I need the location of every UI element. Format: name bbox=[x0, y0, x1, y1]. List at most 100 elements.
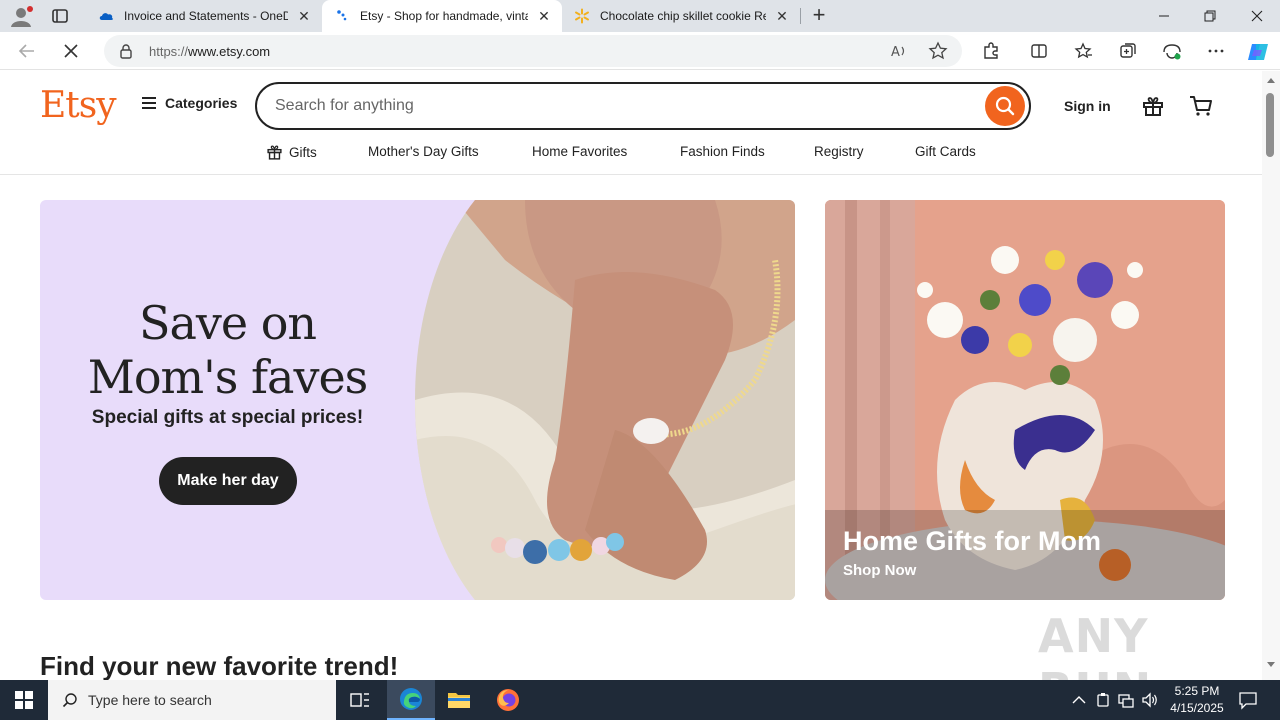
copilot-icon[interactable] bbox=[1246, 40, 1270, 64]
scroll-down-arrow-icon[interactable] bbox=[1267, 662, 1275, 667]
task-view-icon bbox=[350, 693, 369, 707]
gift-icon[interactable] bbox=[1141, 94, 1165, 118]
tab-separator bbox=[800, 8, 801, 24]
favorite-star-icon[interactable] bbox=[928, 41, 948, 61]
nav-label: Fashion Finds bbox=[680, 144, 765, 159]
tab-etsy[interactable]: Etsy - Shop for handmade, vintage, custo… bbox=[322, 0, 562, 32]
search-bar bbox=[255, 82, 1031, 130]
url-protocol: https:// bbox=[149, 44, 189, 59]
taskbar-edge[interactable] bbox=[387, 680, 435, 720]
categories-button[interactable]: Categories bbox=[142, 95, 237, 111]
windows-taskbar: Type here to search 5:25 PM 4/15/2025 bbox=[0, 680, 1280, 720]
hero-title-line2: Mom's faves bbox=[87, 350, 369, 404]
nav-label: Registry bbox=[814, 144, 864, 159]
back-arrow-icon[interactable] bbox=[16, 40, 38, 62]
restore-icon[interactable] bbox=[1187, 0, 1233, 32]
network-icon[interactable] bbox=[1117, 691, 1135, 709]
svg-text:A: A bbox=[891, 45, 900, 60]
tab-onedrive[interactable]: Invoice and Statements - OneDrive ✕ bbox=[86, 0, 322, 32]
hero-title: Save on Mom's faves bbox=[40, 296, 415, 404]
page-viewport: Etsy Categories Sign in bbox=[0, 71, 1262, 680]
nav-mothers-day-gifts[interactable]: Mother's Day Gifts bbox=[368, 144, 479, 159]
walmart-spark-icon bbox=[575, 8, 589, 24]
make-her-day-button[interactable]: Make her day bbox=[159, 457, 297, 505]
minimize-icon[interactable] bbox=[1141, 0, 1187, 32]
taskbar-clock[interactable]: 5:25 PM 4/15/2025 bbox=[1162, 683, 1232, 717]
trend-section-title: Find your new favorite trend! bbox=[40, 651, 399, 680]
read-aloud-icon[interactable]: A bbox=[890, 42, 908, 60]
collections-icon[interactable] bbox=[1118, 41, 1138, 61]
close-tab-icon[interactable]: ✕ bbox=[296, 8, 312, 24]
taskbar-firefox[interactable] bbox=[484, 680, 532, 720]
anyrun-watermark: ANY RUN bbox=[1038, 609, 1151, 680]
windows-logo-icon bbox=[15, 691, 33, 709]
profile-avatar-icon[interactable] bbox=[8, 4, 34, 28]
task-view-button[interactable] bbox=[336, 680, 384, 720]
scrollbar-thumb[interactable] bbox=[1266, 93, 1274, 157]
onedrive-cloud-icon bbox=[99, 13, 113, 20]
show-hidden-icons-chevron-icon[interactable] bbox=[1070, 691, 1088, 709]
menu-icon bbox=[142, 97, 156, 109]
shop-now-link[interactable]: Shop Now bbox=[843, 562, 916, 579]
nav-gift-cards[interactable]: Gift Cards bbox=[915, 144, 976, 159]
close-window-icon[interactable] bbox=[1234, 0, 1280, 32]
taskbar-search-box[interactable]: Type here to search bbox=[48, 680, 336, 720]
more-options-icon[interactable] bbox=[1206, 41, 1226, 61]
search-input[interactable] bbox=[275, 95, 975, 117]
vertical-scrollbar[interactable] bbox=[1262, 71, 1280, 680]
address-bar[interactable]: https://www.etsy.com A bbox=[104, 35, 962, 67]
tab-title: Invoice and Statements - OneDrive bbox=[124, 9, 288, 23]
nav-home-favorites[interactable]: Home Favorites bbox=[532, 144, 627, 159]
nav-fashion-finds[interactable]: Fashion Finds bbox=[680, 144, 765, 159]
folder-icon bbox=[448, 693, 470, 708]
categories-label: Categories bbox=[165, 95, 238, 111]
new-tab-icon[interactable]: + bbox=[808, 4, 830, 27]
split-screen-icon[interactable] bbox=[1029, 41, 1049, 61]
nav-registry[interactable]: Registry bbox=[814, 144, 864, 159]
url-host: www.etsy.com bbox=[188, 44, 271, 59]
hero-title-line1: Save on bbox=[138, 296, 317, 350]
nav-label: Mother's Day Gifts bbox=[368, 144, 479, 159]
taskbar-file-explorer[interactable] bbox=[435, 680, 483, 720]
category-navigation: Gifts Mother's Day Gifts Home Favorites … bbox=[0, 141, 1262, 175]
search-icon bbox=[62, 693, 77, 708]
etsy-loading-icon bbox=[337, 10, 347, 21]
clock-time: 5:25 PM bbox=[1174, 684, 1220, 698]
nav-gifts[interactable]: Gifts bbox=[266, 144, 317, 161]
cart-icon[interactable] bbox=[1189, 94, 1213, 118]
close-tab-icon[interactable]: ✕ bbox=[536, 8, 552, 24]
close-tab-icon[interactable]: ✕ bbox=[774, 8, 790, 24]
favorites-icon[interactable] bbox=[1074, 41, 1094, 61]
etsy-logo[interactable]: Etsy bbox=[40, 85, 117, 126]
browser-essentials-icon[interactable] bbox=[1162, 41, 1182, 61]
nav-label: Gift Cards bbox=[915, 144, 976, 159]
promo-title: Home Gifts for Mom bbox=[843, 526, 1102, 556]
url-text[interactable]: https://www.etsy.com bbox=[149, 44, 270, 59]
edge-browser-icon bbox=[400, 688, 422, 710]
tab-actions-icon[interactable] bbox=[50, 6, 70, 26]
home-gifts-promo-card[interactable]: Home Gifts for Mom Shop Now bbox=[825, 200, 1225, 600]
volume-icon[interactable] bbox=[1141, 691, 1159, 709]
hero-photo bbox=[415, 200, 795, 600]
extensions-icon[interactable] bbox=[981, 41, 1001, 61]
scroll-up-arrow-icon[interactable] bbox=[1267, 78, 1275, 83]
sign-in-link[interactable]: Sign in bbox=[1064, 98, 1111, 114]
clock-date: 4/15/2025 bbox=[1170, 701, 1224, 715]
tab-title: Etsy - Shop for handmade, vintage, custo… bbox=[360, 9, 528, 23]
tab-title: Chocolate chip skillet cookie Recipe bbox=[600, 9, 766, 23]
search-button[interactable] bbox=[985, 86, 1025, 126]
start-button[interactable] bbox=[0, 680, 48, 720]
hero-banner[interactable]: Save on Mom's faves Special gifts at spe… bbox=[40, 200, 795, 600]
nav-label: Gifts bbox=[289, 145, 317, 160]
lock-icon[interactable] bbox=[118, 43, 134, 59]
gift-icon bbox=[267, 145, 282, 160]
browser-tab-strip: Invoice and Statements - OneDrive ✕ Etsy… bbox=[0, 0, 1280, 32]
hero-subtitle: Special gifts at special prices! bbox=[91, 407, 364, 428]
firefox-icon bbox=[497, 689, 519, 711]
taskbar-search-placeholder: Type here to search bbox=[88, 692, 212, 708]
security-tray-icon[interactable] bbox=[1094, 691, 1112, 709]
tab-recipe[interactable]: Chocolate chip skillet cookie Recipe ✕ bbox=[562, 0, 800, 32]
stop-loading-icon[interactable] bbox=[60, 40, 82, 62]
browser-toolbar: https://www.etsy.com A bbox=[0, 32, 1280, 70]
notification-center-icon[interactable] bbox=[1238, 690, 1258, 710]
